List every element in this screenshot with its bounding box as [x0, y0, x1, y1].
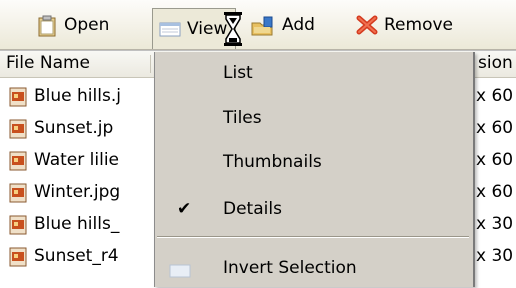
menu-item-label: Thumbnails	[223, 152, 322, 172]
open-button[interactable]: Open	[30, 8, 115, 42]
menu-separator	[157, 236, 469, 238]
image-file-icon	[8, 87, 28, 107]
invert-selection-icon	[169, 263, 191, 278]
file-name: Water lilie	[34, 150, 120, 170]
hourglass-icon	[222, 10, 244, 48]
file-name: Sunset_r4	[34, 246, 119, 266]
file-dimensions: x 60	[476, 182, 514, 202]
file-dimensions: x 60	[476, 150, 514, 170]
red-x-icon	[356, 15, 378, 35]
file-dimensions: x 30	[476, 214, 514, 234]
column-header-file-name[interactable]: File Name	[6, 53, 90, 73]
menu-item-tiles[interactable]: Tiles	[155, 101, 473, 137]
file-dimensions: x 60	[476, 86, 514, 106]
checkmark-icon: ✔	[177, 199, 192, 219]
menu-item-label: Invert Selection	[223, 258, 357, 278]
clipboard-icon	[36, 15, 58, 37]
image-file-icon	[8, 183, 28, 203]
menu-item-label: Tiles	[223, 108, 262, 128]
remove-label: Remove	[384, 15, 453, 35]
view-list-icon	[159, 19, 181, 39]
column-divider[interactable]	[150, 55, 151, 73]
remove-button[interactable]: Remove	[350, 8, 459, 42]
open-label: Open	[64, 15, 110, 35]
file-name: Winter.jpg	[34, 182, 121, 202]
menu-item-invert-selection[interactable]: Invert Selection	[155, 251, 473, 287]
file-dimensions: x 30	[476, 246, 514, 266]
view-dropdown-menu: List Tiles Thumbnails ✔ Details Invert S…	[154, 52, 475, 287]
file-name: Sunset.jp	[34, 118, 114, 138]
menu-item-label: Details	[223, 199, 282, 219]
menu-item-details[interactable]: ✔ Details	[155, 192, 473, 228]
menu-item-label: List	[223, 63, 253, 83]
image-file-icon	[8, 119, 28, 139]
folder-add-icon	[250, 15, 276, 36]
image-file-icon	[8, 215, 28, 235]
menu-item-list[interactable]: List	[155, 56, 473, 92]
image-file-icon	[8, 247, 28, 267]
add-label: Add	[282, 15, 315, 35]
column-header-dimensions[interactable]: sion	[478, 53, 513, 73]
file-dimensions: x 60	[476, 118, 514, 138]
toolbar: Open View Add Remove	[0, 0, 516, 50]
file-name: Blue hills_	[34, 214, 120, 234]
menu-item-thumbnails[interactable]: Thumbnails	[155, 145, 473, 181]
image-file-icon	[8, 151, 28, 171]
file-name: Blue hills.j	[34, 86, 121, 106]
add-button[interactable]: Add	[244, 8, 321, 42]
